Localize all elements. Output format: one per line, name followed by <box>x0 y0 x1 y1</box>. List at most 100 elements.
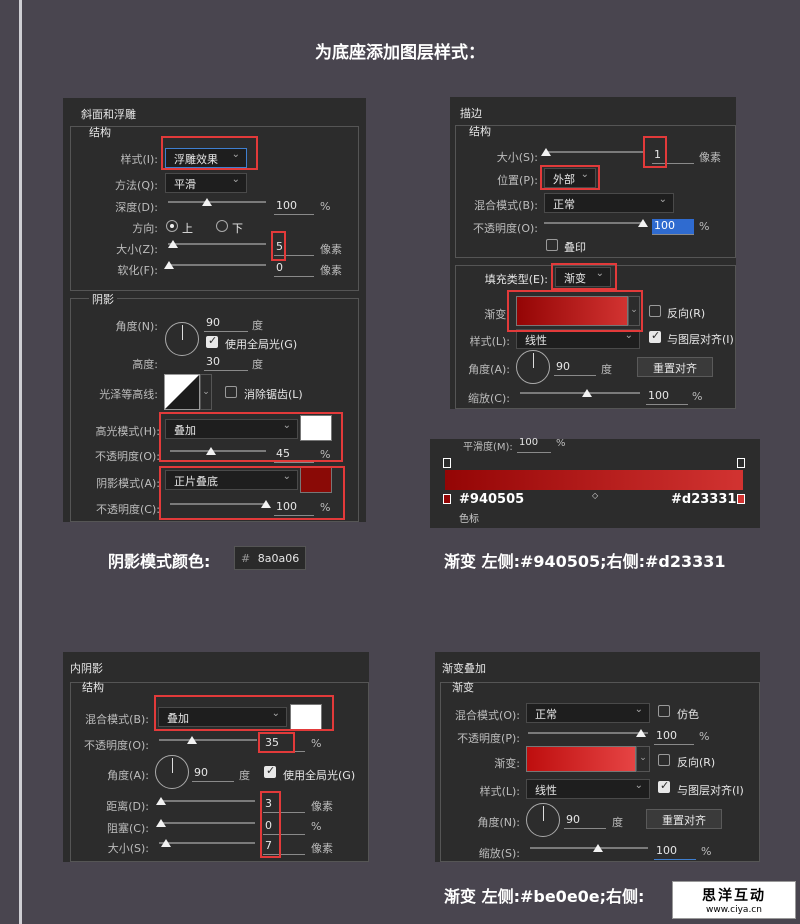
inner-shadow-panel: 内阴影 结构 混合模式(B): 叠加 ⌄ 不透明度(O): 35 % 角度(A):… <box>63 652 369 862</box>
overlay-scale-thumb[interactable] <box>593 844 603 852</box>
altitude-input[interactable]: 30 <box>204 355 248 371</box>
depth-slider-thumb[interactable] <box>202 198 212 206</box>
overlay-section-heading: 渐变 <box>452 681 474 694</box>
inner-opacity-slider[interactable] <box>159 739 257 741</box>
gloss-contour-thumbnail[interactable] <box>164 374 200 410</box>
site-watermark-logo: 思洋互动 www.ciya.cn <box>672 881 796 919</box>
right-hex-label: #d23331 <box>671 492 737 507</box>
overlay-opacity-input[interactable]: 100 <box>654 729 694 745</box>
stroke-size-highlight-box <box>643 136 667 168</box>
overlay-angle-dial[interactable] <box>526 803 560 837</box>
stroke-angle-label: 角度(A): <box>468 363 510 376</box>
overlay-style-dropdown[interactable]: 线性 ⌄ <box>526 779 650 799</box>
gradient-bar[interactable] <box>445 470 743 490</box>
overlay-align-checkbox[interactable] <box>658 779 670 793</box>
shadow-hex-value: 8a0a06 <box>257 552 300 565</box>
overlay-opacity-unit: % <box>699 730 710 743</box>
overlay-gradient-dropdown-button[interactable]: ⌄ <box>636 746 650 772</box>
stroke-reverse-checkbox[interactable] <box>649 305 661 317</box>
distance-thumb[interactable] <box>156 797 166 805</box>
midpoint-diamond-icon[interactable]: ◇ <box>592 491 598 500</box>
stroke-style-dropdown[interactable]: 线性 ⌄ <box>516 329 640 349</box>
stroke-align-checkbox[interactable] <box>649 329 661 343</box>
overlay-reset-align-button[interactable]: 重置对齐 <box>646 809 722 829</box>
shadow-color-caption: 阴影模式颜色: <box>108 552 211 571</box>
color-stop-left[interactable] <box>443 494 451 504</box>
dither-checkbox[interactable] <box>658 705 670 717</box>
soften-slider-thumb[interactable] <box>164 261 174 269</box>
inner-opacity-label: 不透明度(O): <box>84 739 149 752</box>
inner-shadow-header: 内阴影 <box>70 662 103 675</box>
left-hex-label: #940505 <box>459 492 525 507</box>
inner-angle-input[interactable]: 90 <box>192 766 234 782</box>
stroke-angle-input[interactable]: 90 <box>554 360 596 376</box>
contour-dropdown-button[interactable]: ⌄ <box>200 374 212 410</box>
inner-blend-highlight-box <box>154 695 334 731</box>
overlay-angle-input[interactable]: 90 <box>564 813 606 829</box>
depth-input[interactable]: 100 <box>274 199 314 215</box>
global-light-checkbox[interactable] <box>206 334 218 348</box>
stroke-blend-value: 正常 <box>553 198 575 211</box>
shadow-mode-highlight-box <box>159 466 345 520</box>
overlay-reverse-checkbox[interactable] <box>658 754 670 766</box>
overlay-scale-input[interactable]: 100 <box>654 844 696 860</box>
size-highlight-box <box>271 231 286 261</box>
soften-input[interactable]: 0 <box>274 261 314 277</box>
distance-slider[interactable] <box>159 800 255 802</box>
direction-up-radio[interactable] <box>166 220 178 232</box>
choke-label: 阻塞(C): <box>107 822 149 835</box>
stroke-scale-input[interactable]: 100 <box>646 389 688 405</box>
size-slider-thumb[interactable] <box>168 240 178 248</box>
stroke-opacity-input[interactable]: 100 <box>652 219 694 235</box>
overlay-blend-dropdown[interactable]: 正常 ⌄ <box>526 703 650 723</box>
stroke-opacity-slider[interactable] <box>544 222 644 224</box>
stroke-opacity-thumb[interactable] <box>638 219 648 227</box>
inner-opacity-thumb[interactable] <box>187 736 197 744</box>
overlay-style-value: 线性 <box>535 784 557 797</box>
color-stops-heading: 色标 <box>459 514 479 525</box>
direction-up-label: 上 <box>182 222 193 235</box>
inner-size-slider[interactable] <box>159 842 255 844</box>
stroke-reset-align-button[interactable]: 重置对齐 <box>637 357 713 377</box>
gradient-editor-panel: 平滑度(M): 100 % ◇ #940505 #d23331 色标 <box>430 437 760 528</box>
bevel-emboss-panel: 斜面和浮雕 结构 样式(I): 浮雕效果 ⌄ 方法(Q): 平滑 ⌄ 深度(D): … <box>63 98 366 522</box>
gradient-overlay-panel: 渐变叠加 渐变 混合模式(O): 正常 ⌄ 仿色 不透明度(P): 100 % 渐… <box>435 652 760 862</box>
technique-dropdown[interactable]: 平滑 ⌄ <box>165 173 247 193</box>
stroke-angle-dial[interactable] <box>516 350 550 384</box>
stroke-size-slider[interactable] <box>544 151 644 153</box>
left-divider-line <box>19 0 22 924</box>
inner-angle-dial[interactable] <box>155 755 189 789</box>
stroke-size-thumb[interactable] <box>541 148 551 156</box>
direction-down-radio[interactable] <box>216 220 228 232</box>
choke-thumb[interactable] <box>156 819 166 827</box>
angle-dial[interactable] <box>165 322 199 356</box>
overlay-opacity-thumb[interactable] <box>636 729 646 737</box>
altitude-label: 高度: <box>132 358 158 371</box>
size-slider[interactable] <box>168 243 266 245</box>
stroke-opacity-label: 不透明度(O): <box>473 222 538 235</box>
inner-global-light-checkbox[interactable] <box>264 764 276 778</box>
fill-type-label: 填充类型(E): <box>470 271 548 287</box>
soften-slider[interactable] <box>168 264 266 266</box>
shadow-mode-label: 阴影模式(A): <box>96 477 160 490</box>
stroke-scale-slider[interactable] <box>520 392 640 394</box>
depth-slider[interactable] <box>168 201 266 203</box>
opacity-stop-right[interactable] <box>737 458 745 468</box>
overprint-checkbox[interactable] <box>546 239 558 251</box>
stroke-gradient-caption: 渐变 左侧:#940505;右侧:#d23331 <box>444 552 726 571</box>
inner-size-thumb[interactable] <box>161 839 171 847</box>
angle-input[interactable]: 90 <box>204 316 248 332</box>
overlay-gradient-preview[interactable] <box>526 746 636 772</box>
overlay-opacity-slider[interactable] <box>528 732 648 734</box>
stroke-scale-unit: % <box>692 390 703 403</box>
choke-slider[interactable] <box>159 822 255 824</box>
stroke-scale-thumb[interactable] <box>582 389 592 397</box>
antialias-checkbox[interactable] <box>225 386 237 398</box>
smoothness-input[interactable]: 100 <box>517 437 551 453</box>
opacity-stop-left[interactable] <box>443 458 451 468</box>
stroke-blend-dropdown[interactable]: 正常 ⌄ <box>544 193 674 213</box>
overlay-scale-slider[interactable] <box>530 847 648 849</box>
inner-opacity-highlight-box <box>258 732 295 753</box>
color-stop-right[interactable] <box>737 494 745 504</box>
highlight-mode-highlight-box <box>159 412 343 462</box>
